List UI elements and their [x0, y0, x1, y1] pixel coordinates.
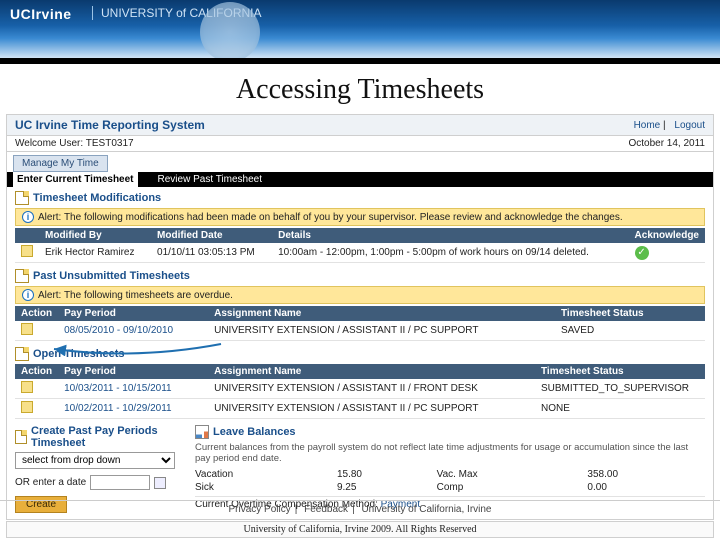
edit-row-icon[interactable] — [21, 401, 33, 413]
table-row: Vacation 15.80 Vac. Max 358.00 — [195, 468, 705, 481]
or-enter-date-label: OR enter a date — [15, 477, 86, 488]
past-heading: Past Unsubmitted Timesheets — [15, 269, 705, 283]
branding-banner: UCIrvine UNIVERSITY of CALIFORNIA — [0, 0, 720, 64]
document-icon — [15, 269, 29, 283]
app-subheader: Welcome User: TEST0317 October 14, 2011 — [7, 136, 713, 152]
calendar-icon[interactable] — [154, 477, 166, 489]
subtab-review-past[interactable]: Review Past Timesheet — [154, 172, 267, 187]
open-heading: Open Timesheets — [15, 347, 705, 361]
col-pay-period: Pay Period — [58, 306, 208, 321]
col-acknowledge: Acknowledge — [629, 228, 705, 243]
col-assignment: Assignment Name — [208, 306, 555, 321]
app-header: UC Irvine Time Reporting System Home | L… — [7, 115, 713, 136]
document-icon — [15, 347, 29, 361]
table-row: Erik Hector Ramirez 01/10/11 03:05:13 PM… — [15, 243, 705, 263]
past-alert: i Alert: The following timesheets are ov… — [15, 286, 705, 304]
date-input[interactable] — [90, 475, 150, 490]
uci-link[interactable]: University of California, Irvine — [361, 504, 491, 515]
modifications-heading: Timesheet Modifications — [15, 191, 705, 205]
section-open-timesheets: Open Timesheets Action Pay Period Assign… — [7, 343, 713, 421]
welcome-text: Welcome User: TEST0317 — [15, 138, 134, 149]
col-pay-period: Pay Period — [58, 364, 208, 379]
open-table: Action Pay Period Assignment Name Timesh… — [15, 364, 705, 419]
info-icon: i — [22, 211, 34, 223]
pay-period-dropdown[interactable]: select from drop down — [15, 452, 175, 469]
edit-row-icon[interactable] — [21, 323, 33, 335]
table-row: Sick 9.25 Comp 0.00 — [195, 481, 705, 494]
logout-link[interactable]: Logout — [674, 120, 705, 131]
edit-row-icon[interactable] — [21, 381, 33, 393]
primary-tabs: Manage My Time — [7, 152, 713, 172]
balances-table: Vacation 15.80 Vac. Max 358.00 Sick 9.25… — [195, 468, 705, 494]
wordmark: UCIrvine — [10, 6, 72, 22]
app-footer-links: Privacy Policy| Feedback| University of … — [0, 500, 720, 518]
secondary-tabs: Enter Current Timesheet Review Past Time… — [7, 172, 713, 187]
app-title: UC Irvine Time Reporting System — [15, 118, 205, 132]
privacy-link[interactable]: Privacy Policy — [229, 504, 291, 515]
document-icon — [15, 430, 27, 444]
col-details: Details — [272, 228, 628, 243]
col-action: Action — [15, 306, 58, 321]
balances-note: Current balances from the payroll system… — [195, 442, 705, 464]
table-row: 10/02/2011 - 10/29/2011 UNIVERSITY EXTEN… — [15, 399, 705, 419]
col-modified-by: Modified By — [39, 228, 151, 243]
tab-manage-my-time[interactable]: Manage My Time — [13, 155, 108, 172]
app-links: Home | Logout — [628, 120, 705, 131]
slide-title: Accessing Timesheets — [0, 64, 720, 114]
section-modifications: Timesheet Modifications i Alert: The fol… — [7, 187, 713, 265]
chart-icon — [195, 425, 209, 439]
table-row: 08/05/2010 - 09/10/2010 UNIVERSITY EXTEN… — [15, 321, 705, 341]
col-status: Timesheet Status — [535, 364, 705, 379]
table-row: 10/03/2011 - 10/15/2011 UNIVERSITY EXTEN… — [15, 379, 705, 399]
acknowledge-button[interactable]: ✓ — [635, 246, 649, 260]
home-link[interactable]: Home — [634, 120, 661, 131]
timesheet-app: UC Irvine Time Reporting System Home | L… — [6, 114, 714, 520]
subtab-enter-current[interactable]: Enter Current Timesheet — [13, 172, 138, 187]
info-icon: i — [22, 289, 34, 301]
feedback-link[interactable]: Feedback — [304, 504, 348, 515]
section-past-unsubmitted: Past Unsubmitted Timesheets i Alert: The… — [7, 265, 713, 343]
col-status: Timesheet Status — [555, 306, 705, 321]
col-modified-date: Modified Date — [151, 228, 272, 243]
document-icon — [15, 191, 29, 205]
modifications-alert: i Alert: The following modifications had… — [15, 208, 705, 226]
current-date: October 14, 2011 — [628, 138, 705, 149]
row-icon[interactable] — [21, 245, 33, 257]
col-action: Action — [15, 364, 58, 379]
slide-copyright: University of California, Irvine 2009. A… — [6, 521, 714, 538]
uc-seal-icon — [200, 2, 260, 62]
past-table: Action Pay Period Assignment Name Timesh… — [15, 306, 705, 341]
modifications-table: Modified By Modified Date Details Acknow… — [15, 228, 705, 263]
col-assignment: Assignment Name — [208, 364, 535, 379]
